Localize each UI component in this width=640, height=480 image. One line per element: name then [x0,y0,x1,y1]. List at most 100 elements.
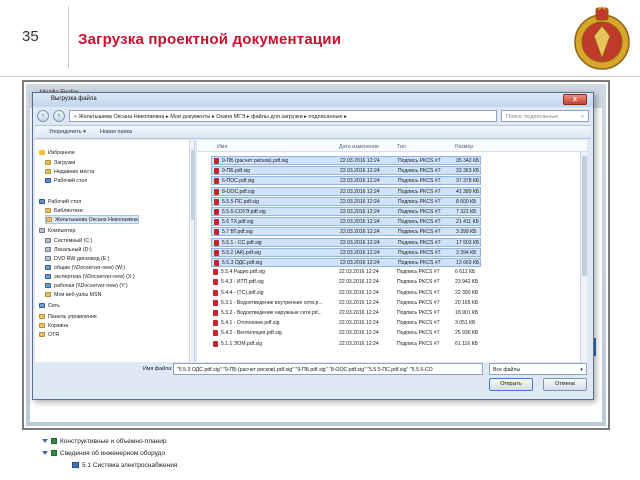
file-name: 8-ООС.pdf.sig [222,188,255,195]
nav-item[interactable]: Сеть [39,301,60,310]
pdf-file-icon [214,219,219,226]
file-list-scrollbar[interactable] [580,152,587,362]
dialog-toolbar: Упорядочить ▾ Новая папка [35,125,591,139]
column-type[interactable]: Тип [397,144,406,150]
file-size: 25 936 КБ [455,330,479,337]
nav-scrollbar-thumb[interactable] [191,150,194,220]
column-size[interactable]: Размер [455,144,473,150]
file-name: 5.5.6-СОУЭ.pdf.sig [222,209,266,215]
search-input[interactable]: Поиск: подписанные ⌕ [501,110,589,122]
nav-item[interactable]: экспертиза (\\Docserver-new) (X:) [45,272,135,281]
file-size: 20 165 КБ [455,299,479,306]
file-row[interactable]: 5.5.4 Радио.pdf.sig 22.03.2016 12:24 Подпи… [211,268,481,277]
pdf-file-icon [214,188,219,195]
file-row[interactable]: 5.1.1 ЭОМ.pdf.sig 22.03.2016 12:24 Подпись… [211,340,481,349]
nav-item[interactable]: рабочая (\\Docserver-new) (Y:) [45,281,128,290]
tree-item[interactable]: Конструктивные и объемно-планир [42,436,167,446]
nav-item[interactable]: Локальный (D:) [45,245,92,254]
checkbox-icon[interactable] [51,438,57,444]
address-bar[interactable]: « Жельтышева Оксана Николаевна ▸ Мои док… [69,110,497,122]
checkbox-icon[interactable] [51,450,57,456]
column-date[interactable]: Дата изменения [339,144,379,150]
net-icon [45,265,51,270]
file-row[interactable]: 9-ПБ.pdf.sig 22.03.2016 12:24 Подпись PKCS… [211,166,481,176]
nav-item[interactable]: Мои веб-узлы MSN [45,290,101,299]
nav-item[interactable]: общие (\\Docserver-new) (W:) [45,263,125,272]
column-name[interactable]: Имя [217,144,227,150]
nav-item[interactable]: Корзина [39,321,68,330]
file-row[interactable]: 5.3.1 - Водоотведение внутренние сети.p.… [211,299,481,308]
nav-item-label: DVD RW дисковод (E:) [54,255,110,262]
file-row[interactable]: 5.5.5-ПС.pdf.sig 22.03.2016 12:24 Подпись … [211,196,481,206]
file-size: 41 389 КБ [456,188,480,195]
file-row[interactable]: 5.4.2 - Вентиляция.pdf.sig 22.03.2016 12:… [211,329,481,338]
file-row[interactable]: 5.3.2 - Водоотведение наружные сети.pd..… [211,309,481,318]
file-name: 5.4.2 - Вентиляция.pdf.sig [221,330,282,337]
cancel-button[interactable]: Отмена [543,378,587,391]
back-button[interactable]: ‹ [37,110,49,122]
file-type: Подпись PKCS #7 [398,178,441,185]
file-date: 22.03.2016 12:24 [339,330,379,337]
file-row[interactable]: 5.4.4 - (ТС).pdf.sig 22.03.2016 12:24 Подп… [211,289,481,298]
nav-item[interactable]: DVD RW дисковод (E:) [45,254,110,263]
nav-item[interactable]: OTR [39,330,59,339]
file-size: 7 321 КБ [456,209,477,215]
dialog-titlebar[interactable]: Выгрузка файла x [33,93,593,107]
file-date: 22.03.2016 12:24 [340,219,380,226]
file-row[interactable]: 5.5.2 (АК).pdf.sig 22.03.2016 12:24 Подпис… [211,247,481,257]
header-rule [0,76,640,77]
pdf-file-icon [214,249,219,256]
close-button[interactable]: x [563,94,587,105]
filename-input[interactable]: "5.5.3 ОДС.pdf.sig" "9-ПБ (расчет рисков… [173,363,483,375]
nav-item[interactable]: Рабочий стол [39,197,81,206]
file-row[interactable]: 5.4.3 - ИТП.pdf.sig 22.03.2016 12:24 Подпи… [211,278,481,287]
nav-item[interactable]: Рабочий стол [45,176,87,185]
file-size: 22 390 КБ [455,289,479,296]
nav-item[interactable]: Панель управления [39,312,97,321]
file-row[interactable]: 5.5.3 ОДС.pdf.sig 22.03.2016 12:24 Подпись… [211,258,481,267]
nav-item[interactable]: Библиотеки [45,206,83,215]
tree-item[interactable]: 5.1 Система электроснабжения [72,460,177,470]
drive-icon [45,256,51,261]
nav-item[interactable]: Недавние места [45,167,94,176]
filetype-select[interactable]: Все файлы ▾ [489,363,587,375]
tree-item[interactable]: Сведения об инженерном оборудо [42,448,165,458]
file-name: 5.5.5-ПС.pdf.sig [222,198,259,205]
nav-scrollbar[interactable] [189,140,194,362]
file-row[interactable]: 6-ПОС.pdf.sig 22.03.2016 12:24 Подпись PKC… [211,176,481,186]
forward-button[interactable]: › [53,110,65,122]
file-row[interactable]: 5.6 ТХ.pdf.sig 22.03.2016 12:24 Подпись PK… [211,217,481,227]
address-row: ‹ › « Жельтышева Оксана Николаевна ▸ Мои… [37,109,589,123]
desktop-icon [39,199,45,204]
file-name: 5.1.1 ЭОМ.pdf.sig [221,340,263,347]
organize-button[interactable]: Упорядочить ▾ [49,129,86,135]
nav-item[interactable]: Избранное [39,148,75,157]
pdf-file-icon [214,229,219,236]
folder-icon [45,169,51,174]
file-date: 22.03.2016 12:24 [340,178,380,185]
file-row[interactable]: 5.5.6-СОУЭ.pdf.sig 22.03.2016 12:24 Подпис… [211,207,481,216]
expand-triangle-icon[interactable] [42,451,48,455]
open-button[interactable]: Открыть [489,378,533,391]
nav-item[interactable]: Системный (C:) [45,236,92,245]
file-row[interactable]: 5.4.1 - Отопление.pdf.sig 22.03.2016 12:2… [211,319,481,328]
pdf-file-icon [213,299,218,306]
file-row[interactable]: 5.7 ВТ.pdf.sig 22.03.2016 12:24 Подпись PK… [211,227,481,237]
nav-item[interactable]: Загрузки [45,158,75,167]
file-list-scrollbar-thumb[interactable] [582,156,587,276]
nav-item[interactable]: Жельтышева Оксана Николаевна [45,215,139,224]
pdf-file-icon [213,330,218,337]
nav-item[interactable]: Компьютер [39,226,75,235]
dialog-title: Выгрузка файла [51,96,97,102]
new-folder-button[interactable]: Новая папка [100,129,132,135]
pdf-file-icon [214,239,219,246]
file-type: Подпись PKCS #7 [398,249,441,256]
file-type: Подпись PKCS #7 [397,269,440,276]
file-row[interactable]: 5.5.1 - СС.pdf.sig 22.03.2016 12:24 Подпис… [211,237,481,247]
file-row[interactable]: 8-ООС.pdf.sig 22.03.2016 12:24 Подпись PKC… [211,186,481,196]
expand-triangle-icon[interactable] [42,439,48,443]
file-type: Подпись PKCS #7 [397,289,440,296]
file-type: Подпись PKCS #7 [398,229,441,236]
file-row[interactable]: 9-ПБ (расчет рисков).pdf.sig 22.03.2016 1… [211,156,481,165]
folder-icon [45,292,51,297]
